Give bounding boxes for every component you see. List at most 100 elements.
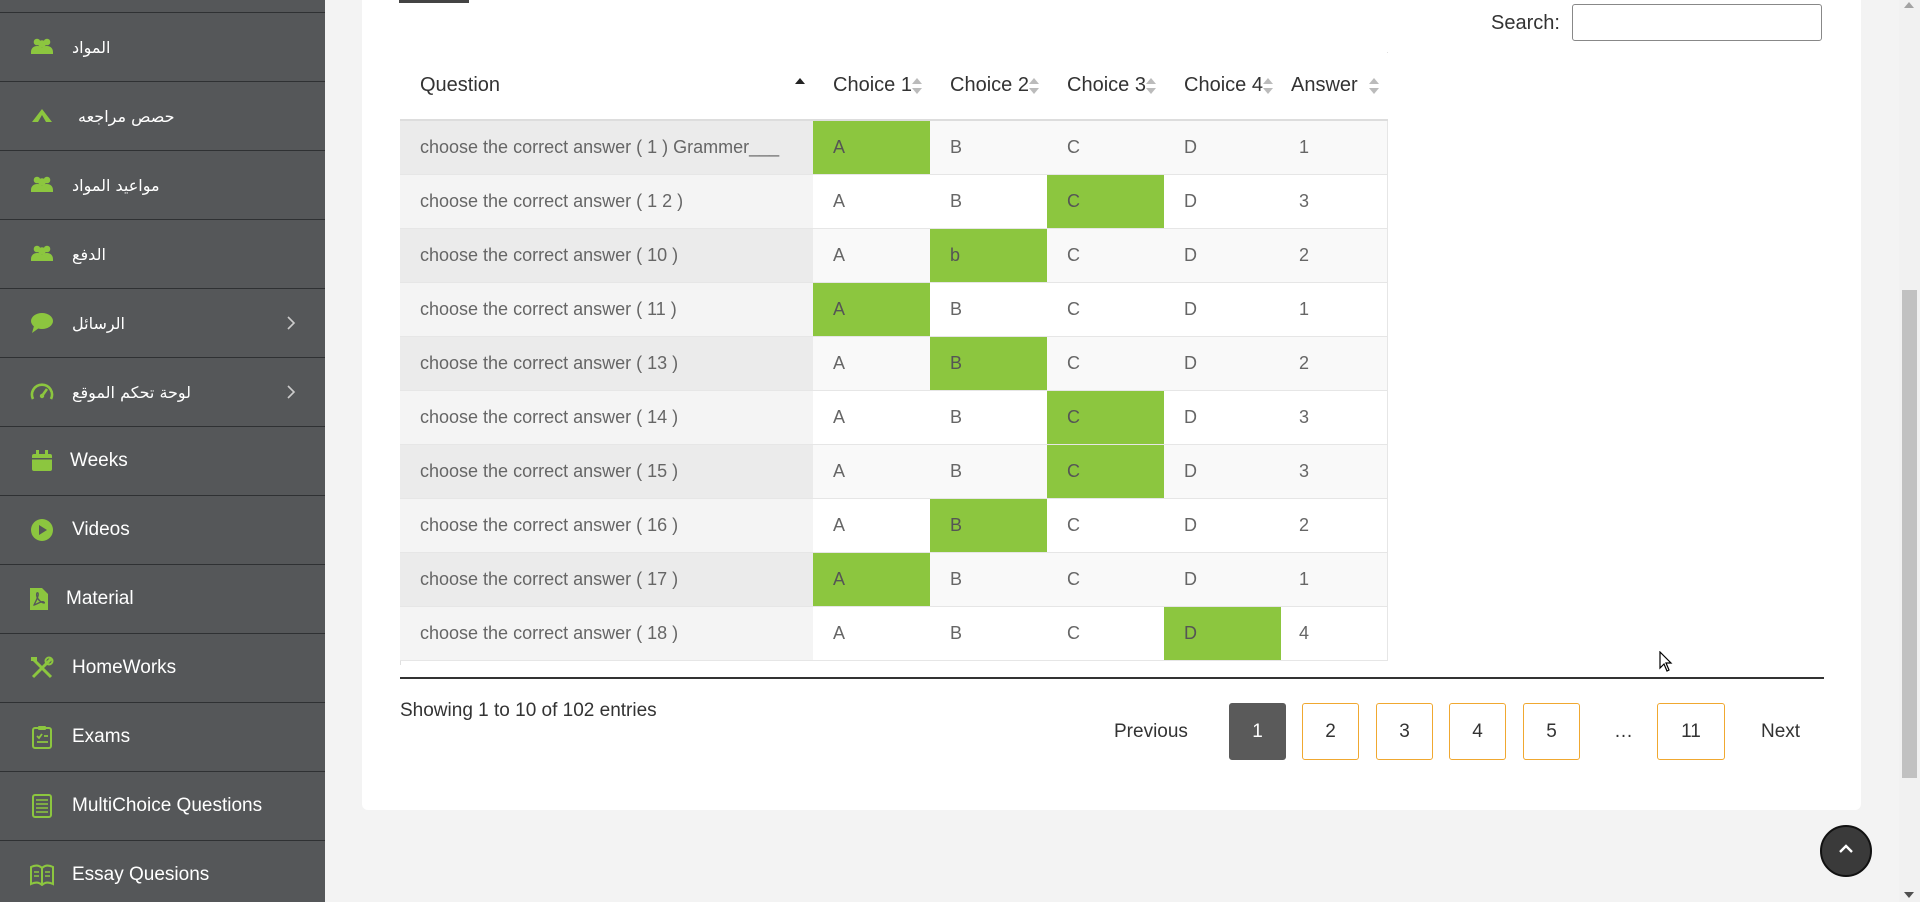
choice-3-cell: C — [1047, 228, 1164, 283]
column-header-label: Choice 4 — [1184, 74, 1263, 96]
questions-table: Question Choice 1 Choice 2 Choice 3 Choi… — [400, 52, 1388, 661]
page-3-button[interactable]: 3 — [1376, 703, 1433, 760]
sidebar-item-review-sessions[interactable]: حصص مراجعه — [0, 82, 325, 151]
previous-button[interactable]: Previous — [1114, 703, 1188, 760]
scroll-up-arrow-icon[interactable] — [1904, 2, 1914, 8]
sidebar-item-label: MultiChoice Questions — [72, 795, 263, 816]
choice-2-cell: B — [930, 606, 1047, 661]
answer-cell: 1 — [1281, 120, 1388, 175]
next-button[interactable]: Next — [1761, 703, 1800, 760]
sort-icon — [1263, 77, 1273, 95]
sidebar-item-messages[interactable]: الرسائل — [0, 289, 325, 358]
question-cell: choose the correct answer ( 17 ) — [400, 552, 813, 607]
choice-4-cell: D — [1164, 552, 1281, 607]
choice-1-cell: A — [813, 390, 930, 445]
sidebar-item-subject-schedules[interactable]: مواعيد المواد — [0, 151, 325, 220]
dashboard-icon — [30, 380, 54, 404]
question-cell: choose the correct answer ( 1 2 ) — [400, 174, 813, 229]
choice-3-cell: C — [1047, 174, 1164, 229]
answer-cell: 3 — [1281, 444, 1388, 499]
tools-icon — [30, 656, 54, 680]
column-header-label: Choice 1 — [833, 74, 912, 96]
page-4-button[interactable]: 4 — [1449, 703, 1506, 760]
answer-cell: 3 — [1281, 174, 1388, 229]
sidebar-item-essay-questions[interactable]: Essay Quesions — [0, 841, 325, 902]
table-row[interactable]: choose the correct answer ( 13 ) A B C D… — [400, 336, 1388, 391]
page-5-button[interactable]: 5 — [1523, 703, 1580, 760]
page-1-button[interactable]: 1 — [1229, 703, 1286, 760]
choice-2-cell: B — [930, 390, 1047, 445]
choice-1-cell: A — [813, 336, 930, 391]
choice-2-cell: B — [930, 444, 1047, 499]
choice-4-cell: D — [1164, 282, 1281, 337]
column-header-choice-2[interactable]: Choice 2 — [930, 52, 1047, 121]
choice-1-cell: A — [813, 120, 930, 175]
sidebar-top-divider — [0, 0, 325, 13]
sidebar-item-label: الدفع — [72, 244, 106, 264]
sidebar-item-label: مواعيد المواد — [72, 175, 160, 195]
table-row[interactable]: choose the correct answer ( 1 2 ) A B C … — [400, 174, 1388, 229]
clipboard-icon — [30, 725, 54, 749]
choice-3-cell: C — [1047, 498, 1164, 553]
entries-info: Showing 1 to 10 of 102 entries — [400, 700, 657, 721]
sidebar-item-homeworks[interactable]: HomeWorks — [0, 634, 325, 703]
scroll-down-arrow-icon[interactable] — [1904, 892, 1914, 898]
table-row[interactable]: choose the correct answer ( 18 ) A B C D… — [400, 606, 1388, 661]
sidebar-item-label: حصص مراجعه — [78, 106, 175, 126]
answer-cell: 3 — [1281, 390, 1388, 445]
choice-1-cell: A — [813, 282, 930, 337]
table-row[interactable]: choose the correct answer ( 14 ) A B C D… — [400, 390, 1388, 445]
sidebar-item-label: المواد — [72, 37, 111, 57]
table-row[interactable]: choose the correct answer ( 11 ) A B C D… — [400, 282, 1388, 337]
choice-3-cell: C — [1047, 390, 1164, 445]
answer-cell: 2 — [1281, 228, 1388, 283]
choice-2-cell: B — [930, 552, 1047, 607]
table-row[interactable]: choose the correct answer ( 10 ) A b C D… — [400, 228, 1388, 283]
choice-3-cell: C — [1047, 120, 1164, 175]
previous-label: Previous — [1114, 721, 1188, 742]
sort-asc-icon — [795, 77, 805, 95]
top-divider — [399, 0, 469, 3]
table-row[interactable]: choose the correct answer ( 17 ) A B C D… — [400, 552, 1388, 607]
table-row[interactable]: choose the correct answer ( 15 ) A B C D… — [400, 444, 1388, 499]
sidebar-item-exams[interactable]: Exams — [0, 703, 325, 772]
column-header-label: Choice 3 — [1067, 74, 1146, 96]
choice-4-cell: D — [1164, 390, 1281, 445]
table-row[interactable]: choose the correct answer ( 1 ) Grammer_… — [400, 120, 1388, 175]
answer-cell: 2 — [1281, 498, 1388, 553]
search-input[interactable] — [1572, 4, 1822, 41]
page-2-button[interactable]: 2 — [1302, 703, 1359, 760]
choice-4-cell: D — [1164, 120, 1281, 175]
page-11-button[interactable]: 11 — [1657, 703, 1725, 760]
sidebar-item-payment[interactable]: الدفع — [0, 220, 325, 289]
column-header-question[interactable]: Question — [400, 52, 813, 121]
table-row[interactable]: choose the correct answer ( 16 ) A B C D… — [400, 498, 1388, 553]
sidebar-item-multichoice-questions[interactable]: MultiChoice Questions — [0, 772, 325, 841]
answer-cell: 4 — [1281, 606, 1388, 661]
column-header-choice-1[interactable]: Choice 1 — [813, 52, 930, 121]
table-bottom-border — [400, 677, 1824, 679]
choice-4-cell: D — [1164, 174, 1281, 229]
scrollbar-thumb[interactable] — [1902, 290, 1917, 778]
chevron-right-icon — [284, 385, 298, 399]
column-header-label: Choice 2 — [950, 74, 1029, 96]
sidebar: المواد حصص مراجعه مواعيد المواد الدفع ال… — [0, 0, 325, 902]
column-header-answer[interactable]: Answer — [1281, 52, 1387, 121]
sort-icon — [1029, 77, 1039, 95]
question-cell: choose the correct answer ( 16 ) — [400, 498, 813, 553]
choice-4-cell: D — [1164, 336, 1281, 391]
sidebar-item-label: لوحة تحكم الموقع — [72, 382, 192, 402]
choice-1-cell: A — [813, 498, 930, 553]
column-header-choice-4[interactable]: Choice 4 — [1164, 52, 1281, 121]
column-header-choice-3[interactable]: Choice 3 — [1047, 52, 1164, 121]
users-icon — [30, 242, 54, 266]
sidebar-item-subjects[interactable]: المواد — [0, 13, 325, 82]
sidebar-item-material[interactable]: Material — [0, 565, 325, 634]
back-to-top-button[interactable] — [1820, 825, 1872, 877]
sidebar-item-weeks[interactable]: Weeks — [0, 427, 325, 496]
sidebar-item-label: HomeWorks — [72, 657, 177, 678]
sidebar-item-videos[interactable]: Videos — [0, 496, 325, 565]
choice-2-cell: B — [930, 282, 1047, 337]
choice-1-cell: A — [813, 552, 930, 607]
sidebar-item-site-dashboard[interactable]: لوحة تحكم الموقع — [0, 358, 325, 427]
